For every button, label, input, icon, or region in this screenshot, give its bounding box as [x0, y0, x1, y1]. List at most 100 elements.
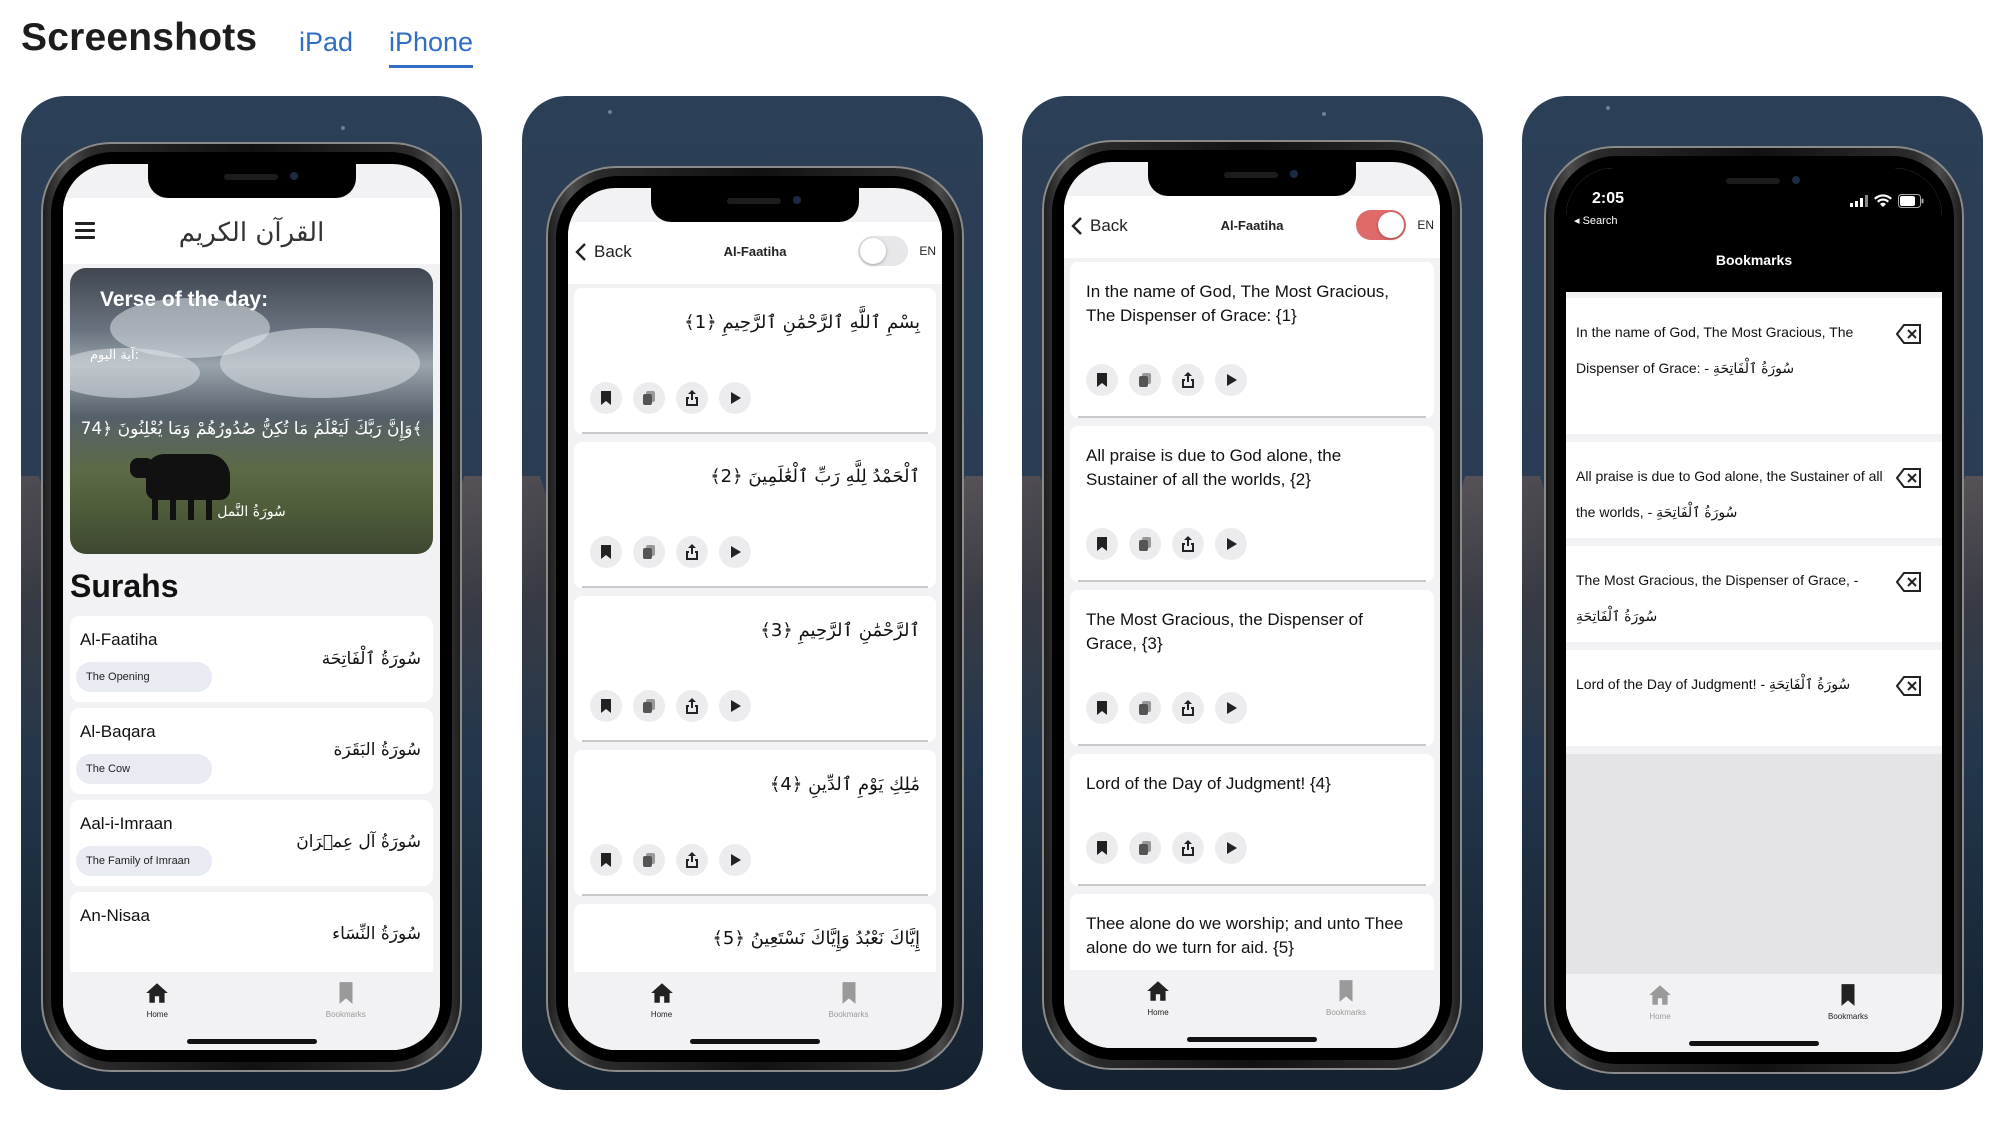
share-button[interactable] [1172, 832, 1204, 864]
share-icon [686, 698, 698, 714]
bookmark-button[interactable] [1086, 528, 1118, 560]
screenshot-card-bookmarks: 2:05 ◂ Search Bookmarks In the name of G… [1522, 96, 1983, 1090]
tab-home-label: Home [1147, 1008, 1169, 1017]
copy-button[interactable] [1129, 832, 1161, 864]
back-to-search[interactable]: ◂ Search [1574, 214, 1617, 227]
bookmarks-screen: 2:05 ◂ Search Bookmarks In the name of G… [1566, 168, 1942, 1052]
surah-name: Aal-i-Imraan [80, 814, 173, 833]
delete-icon[interactable] [1896, 468, 1922, 488]
surah-name: An-Nisaa [80, 906, 150, 925]
phone-frame: Back Al-Faatiha EN In the name of God, T… [1042, 140, 1462, 1070]
verses-screen-english: Back Al-Faatiha EN In the name of God, T… [1064, 162, 1440, 1048]
play-button[interactable] [719, 536, 751, 568]
tab-bookmarks-label: Bookmarks [1827, 1012, 1868, 1021]
verse-actions [1086, 692, 1258, 724]
delete-icon[interactable] [1896, 676, 1922, 696]
tab-home-label: Home [650, 1010, 673, 1019]
share-button[interactable] [1172, 528, 1204, 560]
surah-row[interactable]: Al-Baqara The Cow سُورَةُ البَقَرَة [70, 708, 433, 794]
verse-actions [1086, 364, 1258, 396]
bookmark-row[interactable]: Lord of the Day of Judgment! - سُورَةُ ٱ… [1566, 650, 1942, 746]
play-button[interactable] [1215, 528, 1247, 560]
page-title: Screenshots [21, 16, 258, 59]
verse-actions [1086, 528, 1258, 560]
play-icon [731, 392, 741, 404]
tab-ipad[interactable]: iPad [299, 27, 353, 58]
bookmark-button[interactable] [590, 536, 622, 568]
tab-iphone[interactable]: iPhone [389, 27, 474, 68]
play-button[interactable] [719, 382, 751, 414]
play-icon [1227, 842, 1237, 854]
copy-button[interactable] [1129, 692, 1161, 724]
screenshot-card-verses-arabic: Back Al-Faatiha EN بِسْمِ ٱللَّهِ ٱلرَّح… [522, 96, 983, 1090]
copy-icon [1139, 537, 1151, 551]
delete-icon[interactable] [1896, 572, 1922, 592]
bookmark-row[interactable]: All praise is due to God alone, the Sust… [1566, 442, 1942, 538]
play-button[interactable] [1215, 364, 1247, 396]
bookmark-button[interactable] [590, 382, 622, 414]
share-icon [1182, 840, 1194, 856]
play-button[interactable] [1215, 692, 1247, 724]
verse-actions [590, 844, 762, 876]
verse-card: مَٰلِكِ يَوْمِ ٱلدِّينِ ﴿4﴾ [574, 750, 936, 896]
bookmark-text: The Most Gracious, the Dispenser of Grac… [1576, 572, 1859, 624]
play-button[interactable] [719, 690, 751, 722]
bookmark-icon [1097, 701, 1107, 715]
bookmark-button[interactable] [590, 844, 622, 876]
bookmark-icon [842, 982, 855, 1004]
bookmark-row[interactable]: The Most Gracious, the Dispenser of Grac… [1566, 546, 1942, 642]
copy-icon [1139, 701, 1151, 715]
surah-row[interactable]: An-Nisaa سُورَةُ النِّسَاء [70, 892, 433, 978]
share-button[interactable] [676, 690, 708, 722]
bookmark-text: All praise is due to God alone, the Sust… [1576, 468, 1883, 520]
menu-icon[interactable] [75, 222, 95, 239]
tab-selected-underline [389, 65, 474, 68]
surah-arabic: سُورَةُ آل عِمۡرَانَ [296, 832, 421, 852]
play-icon [731, 854, 741, 866]
verse-card: ٱلرَّحْمَٰنِ ٱلرَّحِيمِ ﴿3﴾ [574, 596, 936, 742]
bookmark-button[interactable] [1086, 832, 1118, 864]
translation-toggle[interactable] [1356, 210, 1406, 240]
copy-button[interactable] [633, 690, 665, 722]
translation-toggle[interactable] [858, 236, 908, 266]
language-label: EN [919, 244, 936, 258]
bookmark-button[interactable] [1086, 692, 1118, 724]
share-button[interactable] [1172, 692, 1204, 724]
surahs-heading: Surahs [70, 568, 179, 604]
verse-card: بِسْمِ ٱللَّهِ ٱلرَّحْمَٰنِ ٱلرَّحِيمِ ﴿… [574, 288, 936, 434]
surah-meaning: The Cow [76, 754, 212, 784]
tab-iphone-label: iPhone [389, 27, 474, 57]
share-button[interactable] [676, 382, 708, 414]
play-icon [1227, 374, 1237, 386]
surah-row[interactable]: Aal-i-Imraan The Family of Imraan سُورَة… [70, 800, 433, 886]
surah-row[interactable]: Al-Faatiha The Opening سُورَةُ ٱلْفَاتِح… [70, 616, 433, 702]
verse-of-day-card[interactable]: Verse of the day: آية اليوم: وَإِنَّ رَب… [70, 268, 433, 554]
copy-button[interactable] [633, 844, 665, 876]
play-button[interactable] [719, 844, 751, 876]
verse-text: ٱلرَّحْمَٰنِ ٱلرَّحِيمِ ﴿3﴾ [760, 620, 920, 641]
app-logo: القرآن الكريم [178, 218, 325, 248]
play-icon [1227, 538, 1237, 550]
copy-button[interactable] [1129, 528, 1161, 560]
verse-text: Thee alone do we worship; and unto Thee … [1086, 914, 1404, 957]
bookmark-button[interactable] [1086, 364, 1118, 396]
copy-button[interactable] [1129, 364, 1161, 396]
bookmark-row[interactable]: In the name of God, The Most Gracious, T… [1566, 298, 1942, 434]
share-button[interactable] [676, 844, 708, 876]
language-label: EN [1417, 218, 1434, 232]
verse-text: مَٰلِكِ يَوْمِ ٱلدِّينِ ﴿4﴾ [769, 774, 920, 795]
phone-frame: 2:05 ◂ Search Bookmarks In the name of G… [1544, 146, 1964, 1074]
phone-frame: القرآن الكريم Verse of the day: آية اليو… [41, 142, 462, 1072]
delete-icon[interactable] [1896, 324, 1922, 344]
play-button[interactable] [1215, 832, 1247, 864]
bookmark-button[interactable] [590, 690, 622, 722]
bookmark-text: Lord of the Day of Judgment! - سُورَةُ ٱ… [1576, 676, 1851, 692]
verse-text: بِسْمِ ٱللَّهِ ٱلرَّحْمَٰنِ ٱلرَّحِيمِ ﴿… [684, 312, 920, 333]
copy-button[interactable] [633, 382, 665, 414]
share-button[interactable] [1172, 364, 1204, 396]
copy-button[interactable] [633, 536, 665, 568]
share-button[interactable] [676, 536, 708, 568]
share-icon [686, 544, 698, 560]
bookmark-icon [1097, 841, 1107, 855]
wifi-icon [1874, 194, 1892, 207]
